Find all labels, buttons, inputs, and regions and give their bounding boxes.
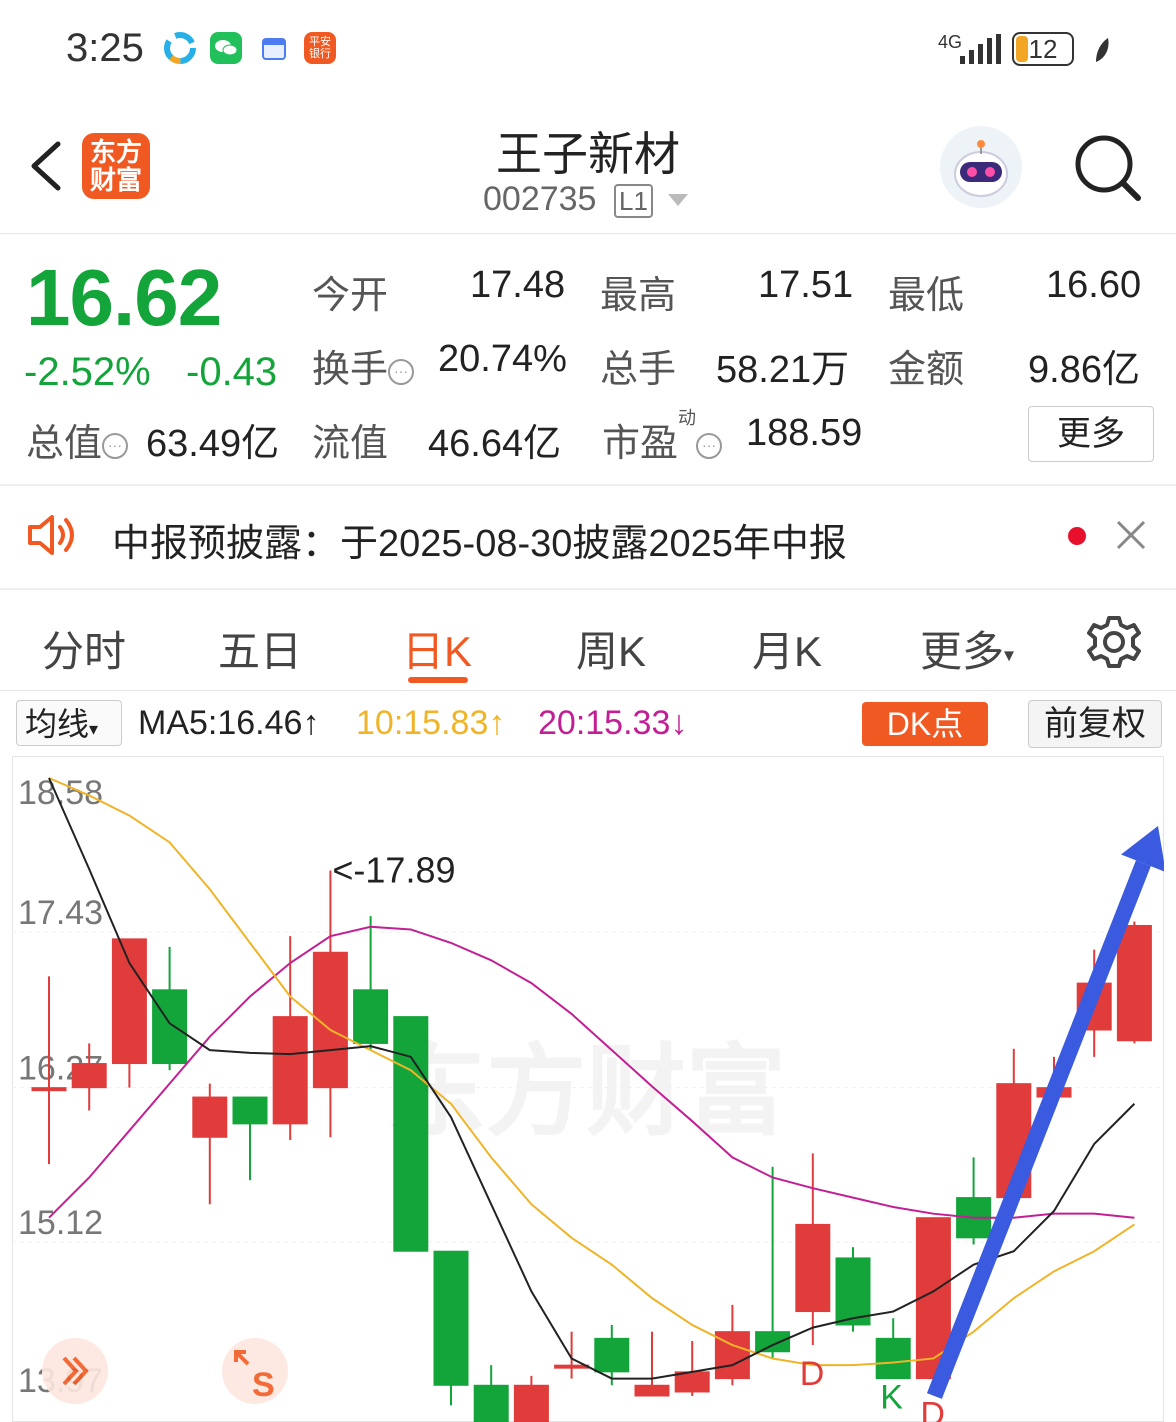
search-icon[interactable] [1072,132,1144,209]
watermark: 东方财富 [386,1036,786,1148]
dk-marker: D [920,1395,945,1422]
tab-monthly-k[interactable]: 月K [752,618,822,679]
ma5-label: MA5:16.46↑ [138,704,320,742]
pingan-bank-icon: 平安 银行 [304,32,336,64]
level-badge: L1 [614,184,653,218]
candle-body [31,1087,67,1092]
pe-value: 188.59 [746,412,863,454]
candle-body [111,938,147,1065]
signal-icon [958,34,1002,71]
close-icon[interactable] [1114,518,1148,557]
leaf-icon [1092,36,1112,69]
robot-assistant-icon[interactable] [940,126,1022,208]
candle-body [152,989,188,1065]
expand-button[interactable] [42,1338,108,1404]
candle-body [835,1257,871,1326]
candle-body [795,1223,831,1313]
turnover-label: 换手 ··· [312,338,415,393]
ma-selector[interactable]: 均线▾ [16,700,122,746]
more-button[interactable]: 更多 [1028,406,1154,462]
candle-body [594,1337,630,1373]
double-chevron-icon [62,1356,89,1386]
notice-divider [0,588,1176,590]
y-tick-label: 17.43 [18,894,103,932]
status-time: 3:25 [66,26,144,70]
ma10-label: 10:15.83↑ [356,704,506,742]
candle-body [393,1016,429,1252]
browser-icon [164,32,196,64]
open-label: 今开 [312,275,389,317]
current-price: 16.62 [26,253,222,342]
tab-daily-k[interactable]: 日K [402,618,472,679]
candle-body [755,1331,791,1353]
high-label: 最高 [600,275,677,317]
change-amount: -0.43 [186,350,278,394]
candle-body [433,1250,469,1386]
tab-more[interactable]: 更多▾ [920,618,1014,679]
turnover-value: 20.74% [438,338,567,380]
amount-label: 金额 [888,349,965,391]
volume-label: 总手 [600,349,677,391]
candle-body [232,1096,268,1125]
dropdown-triangle-icon: ▾ [1004,644,1015,667]
candle-body [875,1337,911,1380]
ma20-label: 20:15.33↓ [538,704,688,742]
total-cap-value: 63.49亿 [146,423,280,465]
forward-adjust-button[interactable]: 前复权 [1028,700,1162,748]
quote-divider [0,484,1176,486]
candle-body [634,1384,670,1397]
dropdown-triangle-icon[interactable] [668,194,688,213]
info-icon[interactable]: ··· [388,358,415,385]
change-percent: -2.52% [24,350,151,394]
candle-body [473,1384,509,1422]
info-icon[interactable]: ··· [696,432,723,459]
candle-body [353,989,389,1044]
dk-point-button[interactable]: DK点 [862,702,988,746]
volume-value: 58.21万 [716,349,850,391]
active-tab-underline [408,677,468,683]
calendar-icon [258,32,290,64]
expand-arrows-icon: S [234,1350,275,1404]
candle-body [272,1016,308,1125]
battery-level: 12 [1028,34,1058,64]
y-tick-label: 15.12 [18,1204,103,1242]
unread-dot [1068,527,1086,545]
price-annotation: <-17.89 [332,849,455,890]
speaker-icon [26,512,84,563]
pe-dynamic-sup: 动 [678,408,697,428]
tab-weekly-k[interactable]: 周K [576,618,646,679]
kline-chart[interactable]: 东方财富 18.5817.4316.2715.1213.97 <-17.89<-… [12,756,1164,1422]
header-divider [0,233,1176,234]
earnings-notice[interactable]: 中报预披露：于2025-08-30披露2025年中报 [112,512,847,567]
stock-code[interactable]: 002735 [483,180,596,219]
svg-text:S: S [252,1366,275,1404]
tab-five-day[interactable]: 五日 [218,618,302,679]
low-value: 16.60 [1046,264,1142,306]
info-icon[interactable]: ··· [102,432,129,459]
float-cap-label: 流值 [312,423,389,465]
candle-body [674,1371,710,1393]
battery-icon: 12 [1012,32,1074,66]
wechat-icon [210,32,242,64]
dk-marker: K [880,1379,903,1417]
pe-label: 市盈动··· [602,408,723,467]
fullscreen-button[interactable]: S [222,1338,288,1404]
candle-body [513,1384,549,1422]
float-cap-value: 46.64亿 [428,423,562,465]
tab-intraday[interactable]: 分时 [42,618,126,679]
dk-marker: D [800,1355,825,1393]
high-value: 17.51 [758,264,854,306]
low-label: 最低 [888,275,965,317]
candle-body [554,1364,590,1369]
gear-icon[interactable] [1086,614,1142,675]
candle-body [1116,924,1152,1042]
dropdown-triangle-icon: ▾ [89,719,99,739]
tabs-divider [0,690,1176,691]
candle-body [71,1063,107,1089]
open-value: 17.48 [470,264,566,306]
total-cap-label: 总值 ··· [26,412,129,467]
candle-body [192,1096,228,1138]
amount-value: 9.86亿 [1028,349,1140,391]
